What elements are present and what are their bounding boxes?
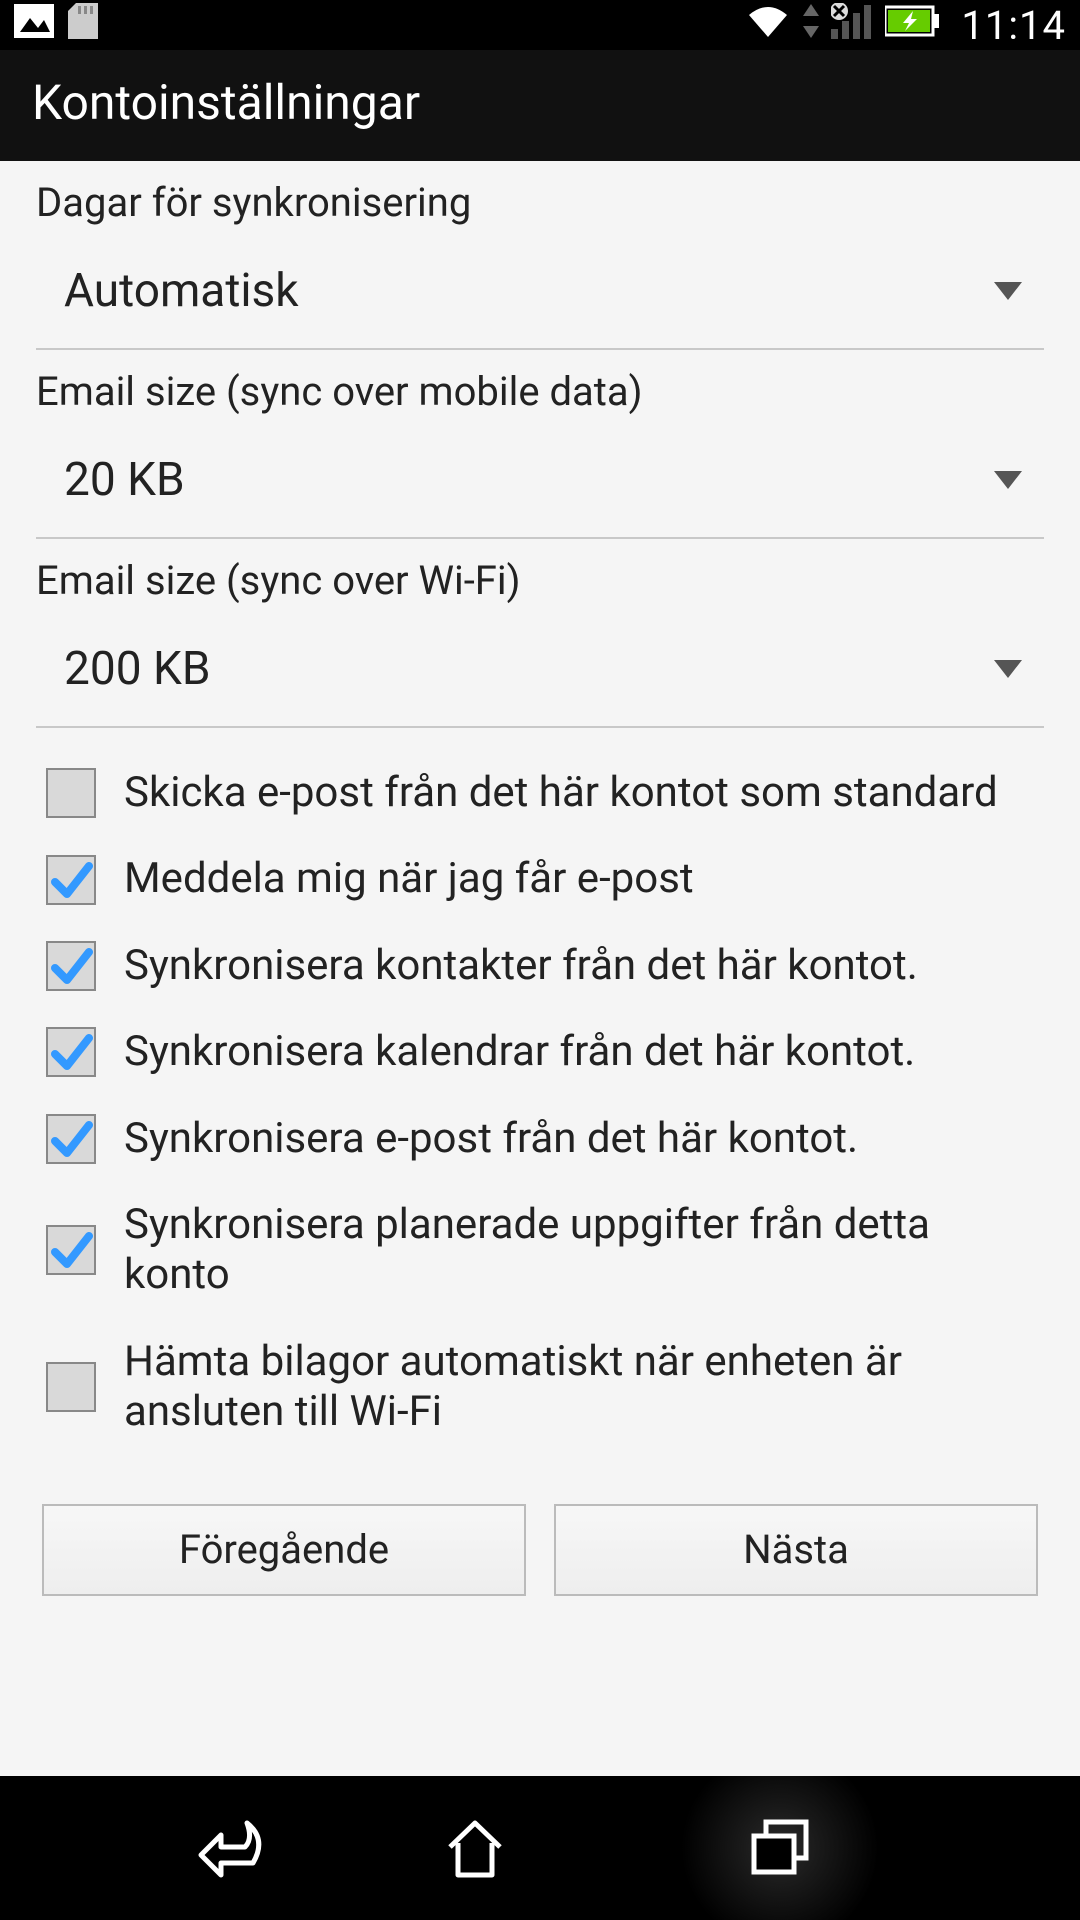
wifi-icon [745, 3, 791, 48]
sync-contacts-label: Synkronisera kontakter från det här kont… [124, 941, 918, 991]
email-size-mobile-value: 20 KB [64, 453, 185, 507]
page-title: Kontoinställningar [32, 74, 420, 131]
default-account-row[interactable]: Skicka e-post från det här kontot som st… [36, 750, 1044, 836]
default-account-label: Skicka e-post från det här kontot som st… [124, 768, 998, 818]
auto-download-attachments-label: Hämta bilagor automatiskt när enheten är… [124, 1337, 1044, 1438]
notify-email-label: Meddela mig när jag får e-post [124, 854, 694, 904]
sync-days-label: Dagar för synkronisering [36, 161, 1044, 234]
no-signal-icon [831, 3, 875, 48]
sync-days-value: Automatisk [64, 264, 299, 318]
sync-tasks-row[interactable]: Synkronisera planerade uppgifter från de… [36, 1182, 1044, 1319]
home-button[interactable] [430, 1803, 520, 1893]
sync-email-row[interactable]: Synkronisera e-post från det här kontot. [36, 1096, 1044, 1182]
sync-calendar-checkbox[interactable] [46, 1027, 96, 1077]
notify-email-row[interactable]: Meddela mig när jag får e-post [36, 836, 1044, 922]
sync-tasks-label: Synkronisera planerade uppgifter från de… [124, 1200, 1044, 1301]
data-updown-icon [801, 4, 821, 47]
chevron-down-icon [994, 471, 1022, 489]
button-row: Föregående Nästa [36, 1504, 1044, 1596]
notify-email-checkbox[interactable] [46, 855, 96, 905]
email-size-wifi-spinner[interactable]: 200 KB [36, 612, 1044, 728]
recent-apps-button[interactable] [670, 1776, 890, 1920]
previous-button[interactable]: Föregående [42, 1504, 526, 1596]
email-size-wifi-label: Email size (sync over Wi-Fi) [36, 539, 1044, 612]
email-size-mobile-label: Email size (sync over mobile data) [36, 350, 1044, 423]
back-button[interactable] [190, 1803, 280, 1893]
action-bar: Kontoinställningar [0, 50, 1080, 161]
sync-calendar-row[interactable]: Synkronisera kalendrar från det här kont… [36, 1009, 1044, 1095]
chevron-down-icon [994, 660, 1022, 678]
auto-download-attachments-row[interactable]: Hämta bilagor automatiskt när enheten är… [36, 1319, 1044, 1456]
picture-icon [14, 4, 54, 47]
sync-contacts-checkbox[interactable] [46, 941, 96, 991]
sync-days-spinner[interactable]: Automatisk [36, 234, 1044, 350]
default-account-checkbox[interactable] [46, 768, 96, 818]
chevron-down-icon [994, 282, 1022, 300]
email-size-wifi-value: 200 KB [64, 642, 211, 696]
sd-card-icon [68, 3, 98, 48]
sync-tasks-checkbox[interactable] [46, 1225, 96, 1275]
status-clock: 11:14 [961, 2, 1066, 49]
next-button[interactable]: Nästa [554, 1504, 1038, 1596]
settings-content: Dagar för synkronisering Automatisk Emai… [0, 161, 1080, 1776]
auto-download-attachments-checkbox[interactable] [46, 1362, 96, 1412]
battery-charging-icon [885, 4, 941, 46]
sync-contacts-row[interactable]: Synkronisera kontakter från det här kont… [36, 923, 1044, 1009]
navigation-bar [0, 1776, 1080, 1920]
sync-email-label: Synkronisera e-post från det här kontot. [124, 1114, 858, 1164]
sync-calendar-label: Synkronisera kalendrar från det här kont… [124, 1027, 915, 1077]
email-size-mobile-spinner[interactable]: 20 KB [36, 423, 1044, 539]
status-bar: 11:14 [0, 0, 1080, 50]
sync-email-checkbox[interactable] [46, 1114, 96, 1164]
